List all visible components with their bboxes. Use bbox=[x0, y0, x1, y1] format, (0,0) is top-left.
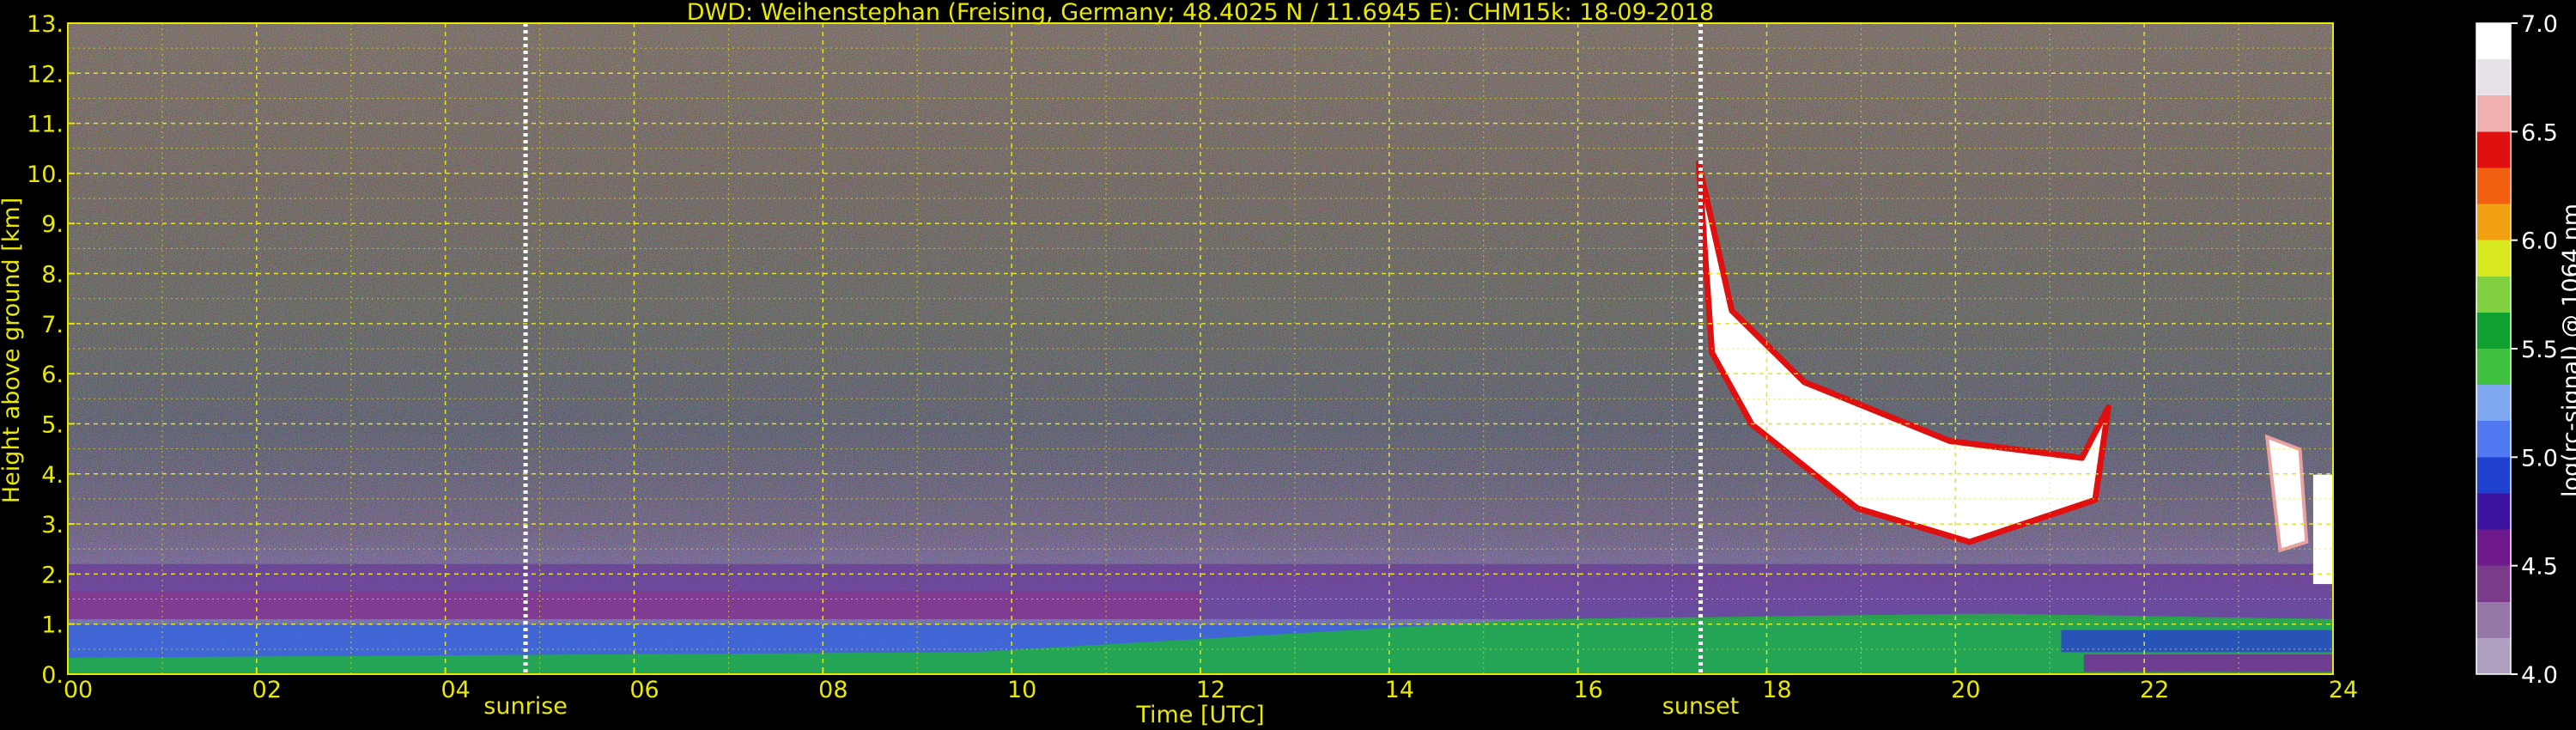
annotation-label: sunrise bbox=[483, 693, 568, 720]
y-tick-label: 1. bbox=[41, 612, 64, 639]
colorbar-scale bbox=[2476, 22, 2512, 675]
colorbar-tick-label: 4.0 bbox=[2521, 662, 2558, 689]
chart-title: DWD: Weihenstephan (Freising, Germany; 4… bbox=[687, 0, 1715, 26]
x-tick-label: 00 bbox=[64, 677, 93, 703]
x-tick-label: 10 bbox=[1007, 677, 1036, 703]
y-tick-label: 2. bbox=[41, 562, 64, 588]
x-tick-label: 02 bbox=[252, 677, 282, 703]
x-tick-label: 12 bbox=[1196, 677, 1225, 703]
colorbar-tick-label: 5.0 bbox=[2521, 445, 2558, 471]
colorbar-tick-label: 5.5 bbox=[2521, 337, 2558, 363]
colorbar-tick-label: 6.0 bbox=[2521, 228, 2558, 255]
x-tick-label: 08 bbox=[818, 677, 848, 703]
lidar-ceilometer-chart: sunrise sunset 00 02 04 06 08 10 12 14 16 18 20 22 24… bbox=[0, 0, 2576, 728]
y-axis-label: Height above ground [km] bbox=[0, 198, 25, 503]
y-tick-label: 12. bbox=[27, 61, 64, 88]
y-tick-label: 5. bbox=[41, 411, 64, 438]
colorbar-tick-label: 7.0 bbox=[2521, 11, 2558, 38]
x-tick-label: 18 bbox=[1762, 677, 1791, 703]
x-tick-label: 20 bbox=[1951, 677, 1980, 703]
x-tick-label: 24 bbox=[2329, 677, 2358, 703]
x-tick-label: 04 bbox=[440, 677, 470, 703]
x-tick-label: 16 bbox=[1573, 677, 1602, 703]
y-tick-label: 4. bbox=[41, 462, 64, 489]
colorbar-tick-label: 4.5 bbox=[2521, 554, 2558, 581]
y-tick-label: 10. bbox=[27, 161, 64, 188]
y-tick-label: 6. bbox=[41, 362, 64, 388]
y-tick-label: 13. bbox=[27, 11, 64, 38]
x-axis-label: Time [UTC] bbox=[1135, 702, 1264, 728]
x-tick-label: 14 bbox=[1385, 677, 1414, 703]
y-tick-label: 11. bbox=[27, 112, 64, 138]
colorbar: 4.0 4.5 5.0 5.5 6.0 6.5 7.0 bbox=[2476, 11, 2558, 689]
y-tick-label: 7. bbox=[41, 312, 64, 338]
colorbar-label: log(rc-signal) @ 1064 nm bbox=[2558, 204, 2576, 497]
y-tick-label: 9. bbox=[41, 211, 64, 238]
x-tick-label: 22 bbox=[2140, 677, 2169, 703]
x-tick-label: 06 bbox=[629, 677, 659, 703]
y-tick-label: 0. bbox=[41, 662, 64, 689]
y-tick-label: 3. bbox=[41, 512, 64, 538]
colorbar-tick-label: 6.5 bbox=[2521, 119, 2558, 146]
annotation-label: sunset bbox=[1662, 693, 1740, 720]
y-tick-label: 8. bbox=[41, 262, 64, 289]
